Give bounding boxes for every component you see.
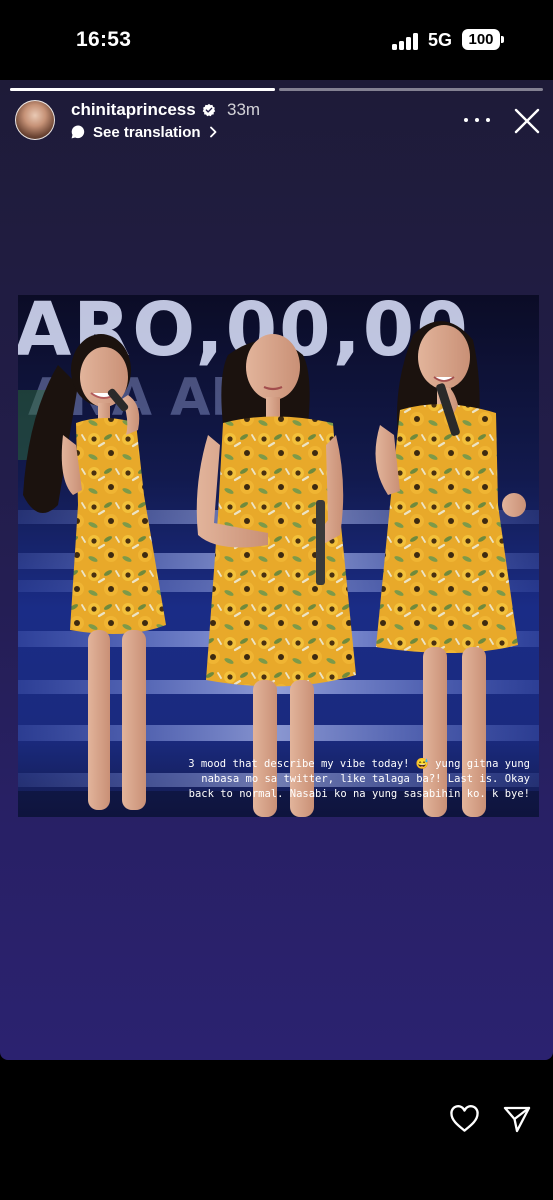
close-icon[interactable]: [514, 108, 540, 134]
send-icon[interactable]: [502, 1104, 532, 1134]
heart-icon[interactable]: [449, 1104, 480, 1133]
story-username[interactable]: chinitaprincess: [71, 100, 196, 120]
chevron-right-icon: [209, 126, 216, 138]
story-timestamp: 33m: [227, 100, 261, 119]
story-caption: 3 mood that describe my vibe today! 😅 yu…: [188, 758, 530, 800]
photo-figure-right: [375, 321, 526, 817]
cellular-signal-icon: [392, 32, 420, 50]
see-translation-button[interactable]: See translation: [70, 122, 218, 142]
story-progress-segment: [10, 88, 275, 91]
more-options-icon[interactable]: [464, 110, 490, 130]
story-progress-segment: [279, 88, 543, 91]
battery-icon: 100: [462, 29, 500, 50]
story-viewer[interactable]: chinitaprincess 33m See translation ARO,…: [0, 80, 553, 1060]
story-progress-fill: [10, 88, 275, 91]
battery-tip: [501, 36, 504, 43]
see-translation-label: See translation: [93, 123, 201, 141]
story-photo: ARO,00,00 ANA ARL: [18, 295, 539, 817]
status-bar: 16:53 5G 100: [0, 0, 553, 80]
translate-bubble-icon: [71, 125, 85, 139]
verified-badge-icon: [202, 103, 216, 117]
status-time: 16:53: [76, 28, 132, 51]
avatar[interactable]: [15, 100, 55, 140]
network-type: 5G: [428, 30, 453, 50]
